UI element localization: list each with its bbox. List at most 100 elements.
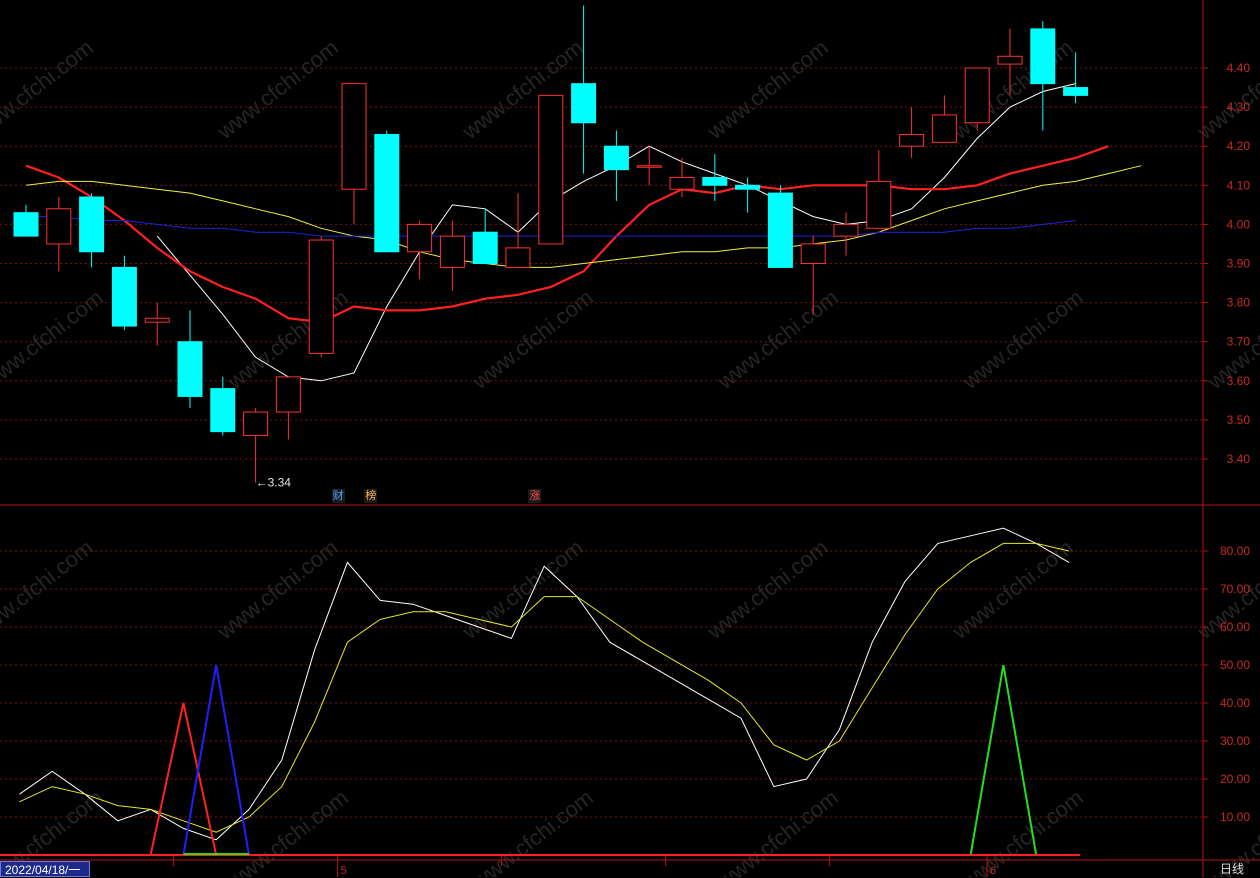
candle[interactable] [308, 236, 334, 358]
candle[interactable] [472, 208, 498, 265]
candle[interactable] [374, 130, 400, 253]
candle[interactable] [111, 255, 137, 330]
candle-body [636, 165, 662, 168]
osc-tick-label: 10.00 [1220, 810, 1250, 824]
price-tick-label: 3.60 [1227, 374, 1251, 388]
candle[interactable] [833, 212, 859, 256]
candle[interactable] [46, 197, 72, 272]
candle-body [1030, 28, 1056, 85]
candle-body [79, 196, 105, 253]
price-tick-label: 4.20 [1227, 139, 1251, 153]
price-tick-label: 3.50 [1227, 413, 1251, 427]
candle[interactable] [538, 94, 564, 245]
period-selector[interactable]: 日线 [1204, 861, 1260, 877]
candle-body [439, 235, 465, 268]
candle[interactable] [603, 130, 629, 201]
price-tick-label: 3.90 [1227, 257, 1251, 271]
watermark-text: www.cfchi.com [457, 35, 588, 145]
candle[interactable] [243, 408, 269, 483]
osc-tick-label: 20.00 [1220, 772, 1250, 786]
watermark-text: www.cfchi.com [702, 35, 833, 145]
event-mark-limit-up[interactable]: 涨 [528, 489, 542, 503]
candle[interactable] [964, 67, 990, 131]
candle[interactable] [144, 302, 170, 346]
price-tick-label: 4.40 [1227, 61, 1251, 75]
event-mark-finance[interactable]: 财 [331, 489, 345, 503]
osc-tick-label: 40.00 [1220, 696, 1250, 710]
event-mark-rank[interactable]: 榜 [364, 489, 378, 503]
price-tick-label: 4.30 [1227, 100, 1251, 114]
candle[interactable] [571, 5, 597, 174]
date-cursor-label[interactable]: 2022/04/18/一 [0, 861, 90, 877]
candle[interactable] [767, 185, 793, 268]
osc-tick-label: 60.00 [1220, 620, 1250, 634]
candle-body [177, 341, 203, 397]
candle[interactable] [13, 204, 39, 237]
price-tick-label: 3.70 [1227, 335, 1251, 349]
candle[interactable] [899, 107, 925, 158]
candle-body [407, 223, 433, 253]
candle-body [243, 411, 269, 437]
candle[interactable] [407, 220, 433, 280]
candle-body [964, 67, 990, 124]
watermark-text: www.cfchi.com [0, 285, 108, 395]
watermark-text: www.cfchi.com [467, 785, 598, 877]
candle-body [669, 176, 695, 190]
candle-body [341, 83, 367, 190]
osc-tick-label: 30.00 [1220, 734, 1250, 748]
osc-tick-label: 50.00 [1220, 658, 1250, 672]
candle-body [111, 266, 137, 327]
candle-body [1063, 87, 1089, 96]
candle-body [472, 231, 498, 265]
watermark-text: www.cfchi.com [712, 785, 843, 877]
price-tick-label: 3.40 [1227, 452, 1251, 466]
candle[interactable] [636, 146, 662, 186]
candle[interactable] [79, 193, 105, 268]
candle-body [374, 133, 400, 253]
candle[interactable] [439, 220, 465, 291]
candle[interactable] [341, 83, 367, 225]
low-price-label: ←3.34 [256, 475, 292, 489]
watermark-text: www.cfchi.com [957, 785, 1088, 877]
candle[interactable] [931, 95, 957, 143]
candle-body [308, 239, 334, 354]
candle-body [800, 243, 826, 264]
x-tick-label: 5 [341, 865, 347, 877]
candle-body [13, 212, 39, 237]
candle-body [833, 223, 859, 237]
candle-body [505, 247, 531, 268]
candle-body [702, 176, 728, 186]
candle-body [46, 208, 72, 245]
candle-body [210, 388, 236, 433]
watermark-text: www.cfchi.com [0, 535, 98, 645]
signal-peak [182, 664, 250, 856]
price-tick-label: 3.80 [1227, 296, 1251, 310]
osc-tick-label: 80.00 [1220, 544, 1250, 558]
candle-body [603, 145, 629, 171]
candle[interactable] [866, 150, 892, 229]
candle[interactable] [505, 193, 531, 268]
candle-body [144, 317, 170, 323]
candle[interactable] [177, 310, 203, 409]
candle-body [931, 114, 957, 143]
candle-body [571, 83, 597, 124]
candle[interactable] [1030, 21, 1056, 131]
candle[interactable] [275, 376, 301, 440]
candle[interactable] [702, 154, 728, 201]
watermark-text: www.cfchi.com [222, 785, 353, 877]
watermark-text: www.cfchi.com [1192, 35, 1260, 145]
watermark-text: www.cfchi.com [467, 285, 598, 395]
osc-tick-label: 70.00 [1220, 582, 1250, 596]
candle-body [866, 180, 892, 229]
watermark-text: www.cfchi.com [957, 285, 1088, 395]
candle-body [767, 192, 793, 268]
candle-body [538, 94, 564, 245]
stock-chart[interactable]: www.cfchi.com www.cfchi.com www.cfchi.com w… [0, 0, 1260, 877]
watermark-text: www.cfchi.com [0, 35, 98, 145]
candle-body [735, 184, 761, 190]
price-tick-label: 4.00 [1227, 217, 1251, 231]
candle-body [997, 55, 1023, 65]
price-tick-label: 4.10 [1227, 178, 1251, 192]
x-tick-label: 6 [990, 865, 996, 877]
watermark-layer: www.cfchi.com www.cfchi.com www.cfchi.com w… [0, 35, 1260, 877]
